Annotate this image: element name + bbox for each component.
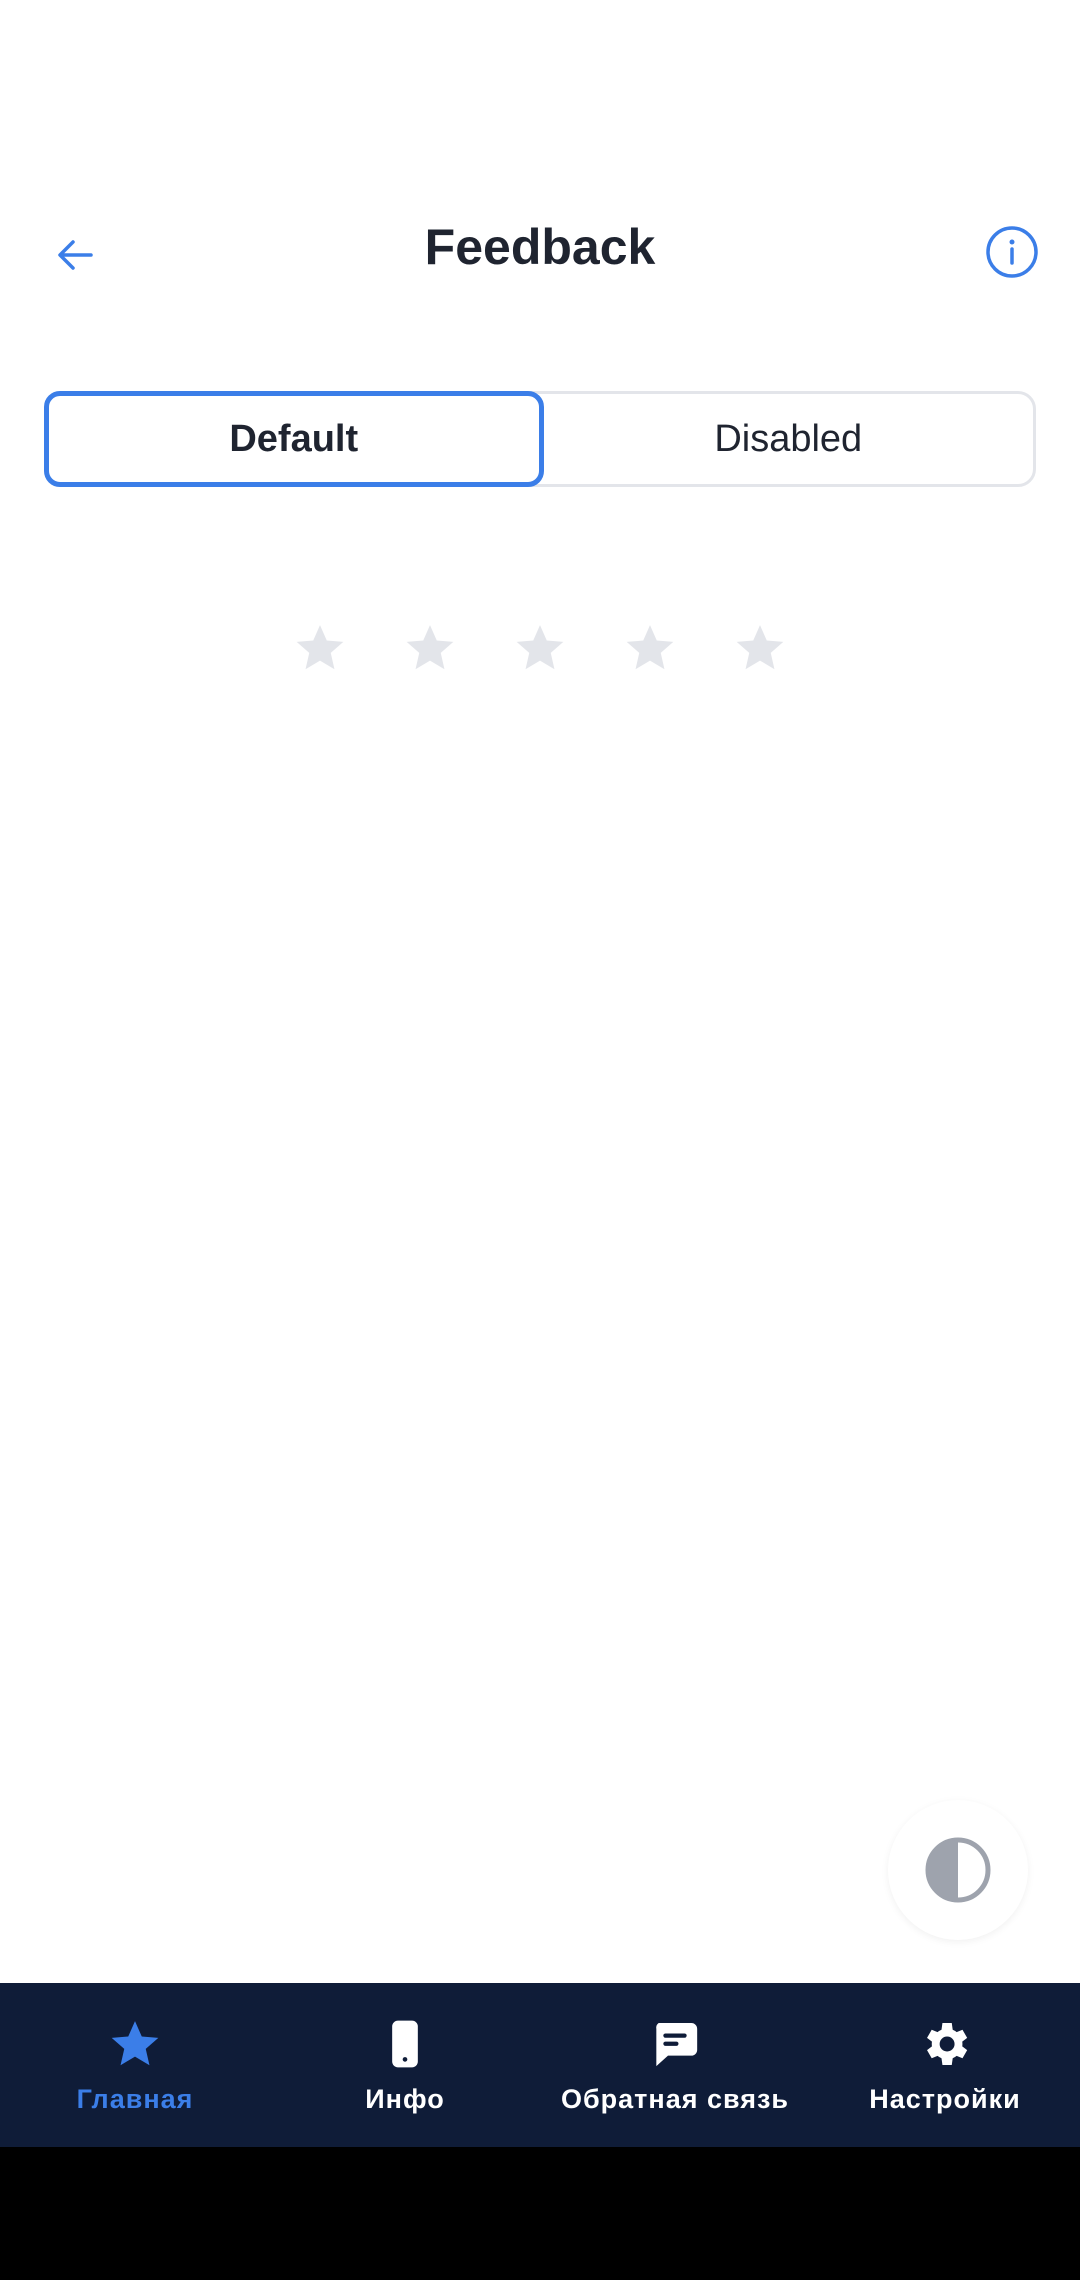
nav-label: Настройки: [869, 2083, 1021, 2114]
theme-toggle-button[interactable]: [888, 1800, 1028, 1940]
star-icon: [736, 625, 784, 670]
nav-item-info[interactable]: Инфо: [270, 1983, 540, 2147]
star-icon: [111, 2020, 159, 2065]
chat-icon: [656, 2022, 698, 2066]
contrast-icon: [925, 1837, 991, 1903]
nav-item-home[interactable]: Главная: [0, 1983, 270, 2147]
nav-item-settings[interactable]: Настройки: [810, 1983, 1080, 2147]
star-icon: [406, 625, 454, 670]
info-circle-icon: [986, 226, 1038, 278]
system-navigation-bar: [0, 2147, 1080, 2280]
star-icon: [516, 625, 564, 670]
nav-label: Инфо: [365, 2083, 445, 2114]
tab-disabled[interactable]: Disabled: [544, 394, 1034, 484]
feedback-screen: Feedback Default Disabled Главная Инфо О…: [0, 0, 1080, 2280]
star-2[interactable]: [402, 620, 458, 676]
nav-item-feedback[interactable]: Обратная связь: [540, 1983, 810, 2147]
app-header: Feedback: [0, 190, 1080, 310]
bottom-navigation: Главная Инфо Обратная связь Настройки: [0, 1983, 1080, 2147]
star-icon: [626, 625, 674, 670]
page-title: Feedback: [424, 219, 656, 275]
star-3[interactable]: [512, 620, 568, 676]
gear-icon: [927, 2022, 968, 2065]
info-button[interactable]: [980, 220, 1044, 284]
segmented-control: Default Disabled: [44, 391, 1036, 487]
star-1[interactable]: [292, 620, 348, 676]
nav-label: Главная: [76, 2083, 194, 2114]
star-4[interactable]: [622, 620, 678, 676]
star-5[interactable]: [732, 620, 788, 676]
phone-icon: [392, 2020, 418, 2067]
nav-label: Обратная связь: [560, 2083, 790, 2114]
star-icon: [296, 625, 344, 670]
tab-default[interactable]: Default: [44, 391, 544, 487]
star-rating: [0, 620, 1080, 690]
